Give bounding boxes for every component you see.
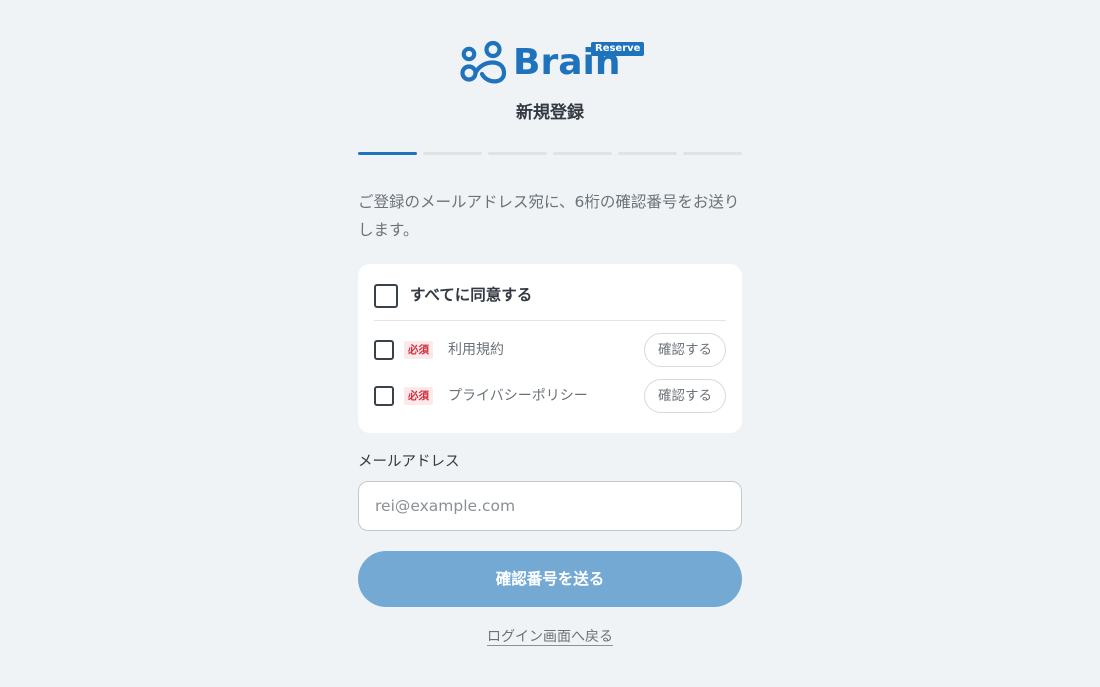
required-badge: 必須 xyxy=(404,387,433,405)
send-code-button[interactable]: 確認番号を送る xyxy=(358,551,742,607)
progress-stepper xyxy=(358,152,742,156)
step-6 xyxy=(683,152,742,155)
step-1 xyxy=(358,152,417,155)
privacy-confirm-button[interactable]: 確認する xyxy=(644,379,726,413)
brand-badge: Reserve xyxy=(591,42,645,56)
intro-text: ご登録のメールアドレス宛に、6桁の確認番号をお送りします。 xyxy=(358,193,740,239)
required-badge: 必須 xyxy=(404,341,433,359)
terms-confirm-button[interactable]: 確認する xyxy=(644,333,726,367)
consent-card: すべてに同意する 必須 利用規約 確認する 必須 プライバシーポリシー 確認する xyxy=(358,264,742,433)
terms-label[interactable]: 利用規約 xyxy=(448,340,504,360)
brain-reserve-logo: Brain Reserve xyxy=(460,40,645,86)
email-input[interactable] xyxy=(358,481,742,531)
privacy-label[interactable]: プライバシーポリシー xyxy=(448,386,588,406)
page-title: 新規登録 xyxy=(516,103,584,123)
back-link-container: ログイン画面へ戻る xyxy=(0,626,1100,647)
agree-all-checkbox[interactable] xyxy=(374,284,398,308)
terms-checkbox[interactable] xyxy=(374,340,394,360)
consent-divider xyxy=(374,320,726,321)
brain-people-logo-icon xyxy=(460,40,507,84)
back-to-login-link[interactable]: ログイン画面へ戻る xyxy=(487,629,613,645)
step-5 xyxy=(618,152,677,155)
step-3 xyxy=(488,152,547,155)
email-label: メールアドレス xyxy=(358,454,460,470)
privacy-checkbox[interactable] xyxy=(374,386,394,406)
step-2 xyxy=(423,152,482,155)
signup-page: Brain Reserve 新規登録 ご登録のメールアドレス宛に、6桁の確認番号… xyxy=(0,0,1100,687)
agree-all-label[interactable]: すべてに同意する xyxy=(410,283,532,307)
step-4 xyxy=(553,152,612,155)
